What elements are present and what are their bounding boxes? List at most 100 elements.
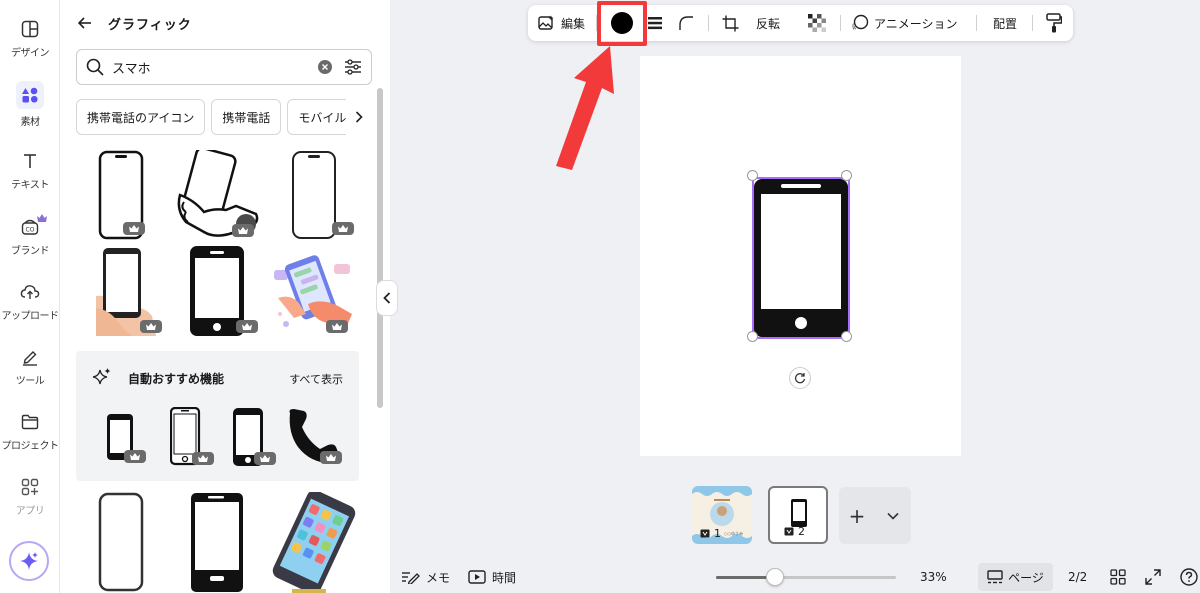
plus-icon: +: [848, 503, 866, 528]
corner-rounding-button[interactable]: [678, 5, 694, 41]
chip[interactable]: 携帯電話: [211, 99, 282, 135]
rail-item-apps[interactable]: アプリ: [0, 472, 60, 528]
help-icon: [1180, 568, 1198, 586]
pages-icon: [987, 570, 1003, 584]
grid-view-button[interactable]: [1110, 566, 1126, 588]
position-button[interactable]: 配置: [993, 5, 1017, 41]
rail-item-text[interactable]: テキスト: [0, 146, 60, 202]
notes-label: メモ: [426, 570, 451, 585]
left-rail: デザイン 素材 テキスト CO ブランド アップロード ツール プロジェクト ア…: [0, 0, 60, 593]
toolbar-divider: [976, 15, 977, 31]
recommend-phone-3[interactable]: [232, 407, 276, 467]
timer-button[interactable]: 時間: [468, 566, 516, 588]
rail-label: テキスト: [11, 180, 49, 191]
corner-radius-icon: [679, 16, 693, 30]
filter-icon[interactable]: [344, 59, 362, 75]
edit-image-button[interactable]: 編集: [538, 5, 585, 41]
crown-icon: [332, 222, 354, 235]
notes-button[interactable]: メモ: [402, 566, 450, 588]
page-number-text: 1: [714, 527, 721, 540]
recommend-handset[interactable]: [286, 407, 346, 467]
red-arrow-annotation: [556, 46, 614, 170]
page-icon: [700, 529, 710, 538]
page-count: 2/2: [1068, 566, 1087, 588]
animation-icon: [852, 14, 869, 30]
back-arrow-icon[interactable]: [78, 17, 92, 29]
graphic-phone-chat-illustration[interactable]: [272, 252, 354, 336]
magic-button[interactable]: [9, 541, 49, 581]
zoom-slider-knob[interactable]: [766, 568, 785, 586]
recommend-title: 自動おすすめ機能: [128, 372, 225, 386]
chip[interactable]: 携帯電話のアイコン: [76, 99, 206, 135]
clear-icon[interactable]: [318, 60, 332, 74]
recommend-phone-1[interactable]: [106, 413, 150, 463]
transparency-button[interactable]: [808, 5, 826, 41]
rail-item-tools[interactable]: ツール: [0, 342, 60, 398]
add-page-options-button[interactable]: [875, 487, 911, 544]
crown-icon: [236, 320, 258, 333]
add-page-button[interactable]: +: [839, 487, 875, 544]
search-icon: [86, 58, 104, 76]
help-button[interactable]: [1180, 566, 1198, 588]
search-box[interactable]: スマホ: [76, 49, 372, 85]
selected-phone-graphic[interactable]: [751, 176, 851, 340]
auto-recommend-section: 自動おすすめ機能 すべて表示: [76, 351, 359, 481]
crown-icon: [140, 320, 162, 333]
graphic-phone-solid[interactable]: [190, 246, 260, 336]
see-all-link[interactable]: すべて表示: [289, 371, 343, 387]
animate-button[interactable]: アニメーション: [851, 5, 958, 41]
page-thumbnail-1[interactable]: 1 ○○ゆうみ: [692, 486, 752, 544]
graphic-phone-classic[interactable]: [190, 492, 244, 592]
resize-handle[interactable]: [747, 170, 758, 181]
toolbar-divider: [1032, 15, 1033, 31]
crop-button[interactable]: [722, 5, 739, 41]
graphic-phone-rounded[interactable]: [98, 492, 144, 592]
highlight-annotation: [597, 1, 647, 46]
layout-icon: [19, 18, 41, 40]
graphic-hand-phone[interactable]: [174, 146, 264, 242]
page-view-button[interactable]: ページ: [978, 563, 1053, 591]
design-page[interactable]: [640, 56, 961, 456]
edit-label: 編集: [561, 16, 586, 31]
rail-item-brand[interactable]: CO ブランド: [0, 212, 60, 268]
border-style-button[interactable]: [648, 5, 662, 41]
resize-handle[interactable]: [841, 331, 852, 342]
notes-icon: [402, 572, 420, 584]
recommend-phone-2[interactable]: [169, 406, 214, 467]
rotate-handle[interactable]: [789, 367, 811, 389]
apps-icon: [19, 476, 41, 498]
pen-tool-icon: [19, 346, 41, 368]
fullscreen-button[interactable]: [1145, 566, 1161, 588]
flip-button[interactable]: 反転: [756, 5, 780, 41]
page-view-label: ページ: [1008, 570, 1044, 585]
page-thumbnail-2[interactable]: 2: [768, 486, 828, 544]
rail-label: ツール: [15, 376, 45, 387]
collapse-panel-button[interactable]: [376, 280, 398, 316]
panel-title: グラフィック: [108, 17, 192, 33]
panel-scrollbar[interactable]: [377, 88, 383, 408]
search-input[interactable]: スマホ: [112, 58, 318, 77]
graphic-phone-apps-illustration[interactable]: [272, 490, 356, 593]
resize-handle[interactable]: [747, 331, 758, 342]
crop-icon: [722, 15, 739, 31]
play-icon: [468, 570, 486, 584]
sparkle-icon: [92, 368, 111, 385]
rail-item-elements[interactable]: 素材: [0, 80, 60, 136]
toolbar-divider: [840, 15, 841, 31]
chips-next-button[interactable]: [346, 99, 372, 135]
page-caption: ○○ゆうみ: [724, 530, 743, 536]
graphic-phone-outline[interactable]: [98, 150, 145, 240]
zoom-slider[interactable]: [716, 576, 896, 579]
flip-label: 反転: [756, 16, 781, 31]
rail-item-upload[interactable]: アップロード: [0, 277, 60, 333]
graphic-hand-holding-phone[interactable]: [96, 246, 166, 336]
rail-item-projects[interactable]: プロジェクト: [0, 407, 60, 463]
graphic-phone-outline-notch[interactable]: [290, 150, 354, 240]
copy-style-button[interactable]: [1046, 5, 1062, 41]
rail-item-design[interactable]: デザイン: [0, 14, 60, 70]
crown-icon: [124, 450, 146, 463]
timer-label: 時間: [492, 570, 517, 585]
resize-handle[interactable]: [841, 170, 852, 181]
suggestion-chips: 携帯電話のアイコン 携帯電話 モバイル: [76, 99, 366, 135]
zoom-level[interactable]: 33%: [920, 566, 947, 588]
